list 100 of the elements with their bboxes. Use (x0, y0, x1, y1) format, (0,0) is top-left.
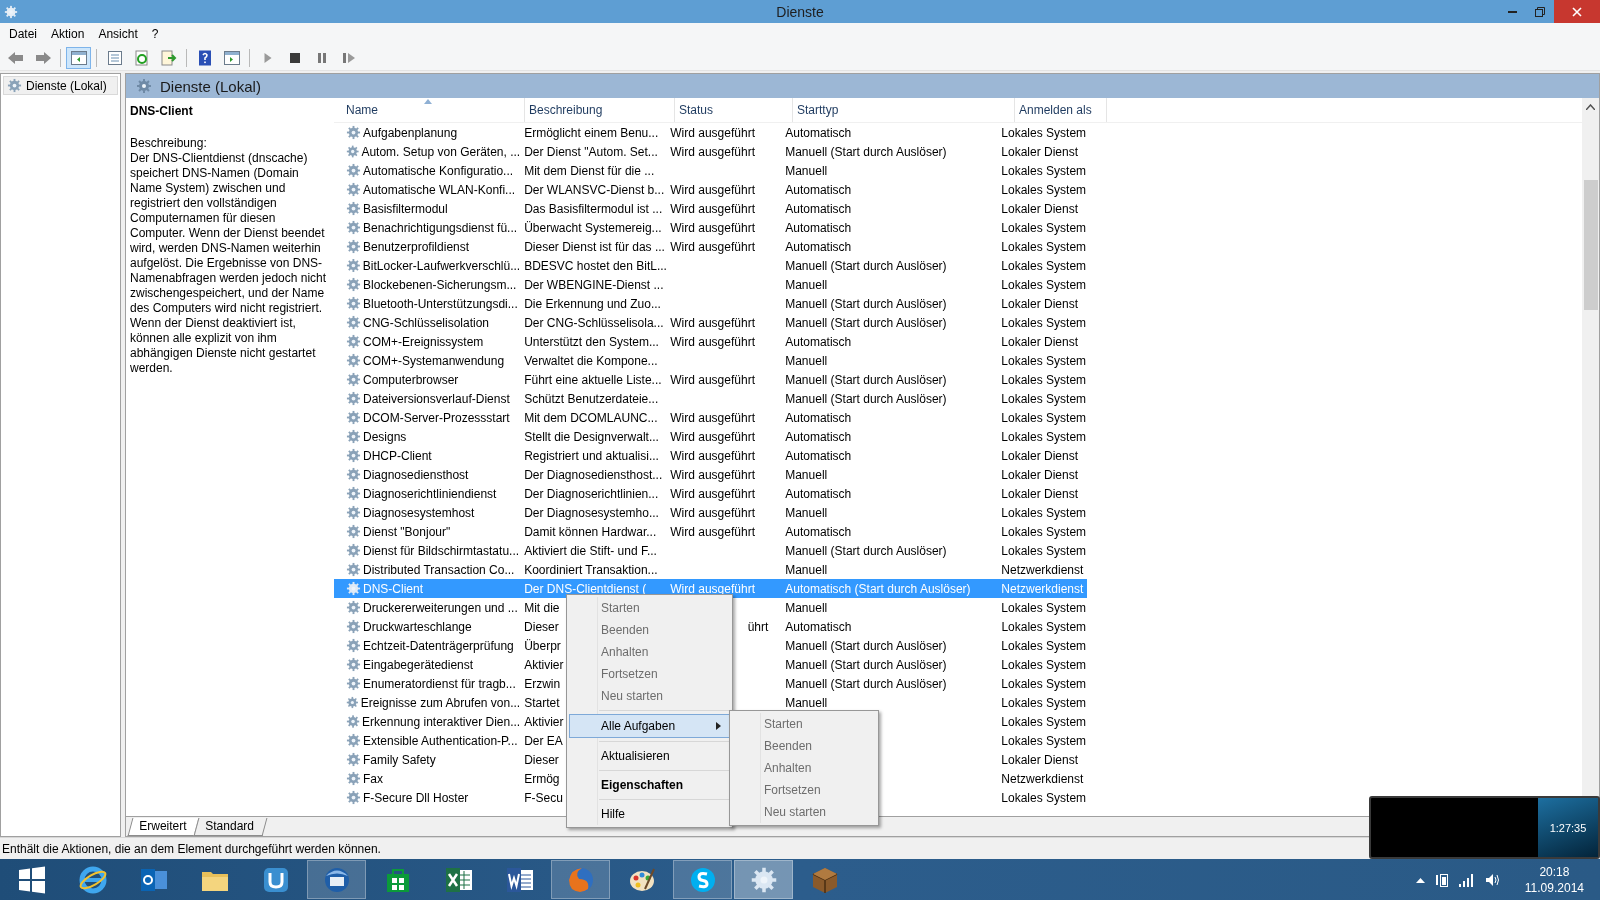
table-cell: Startet (524, 695, 560, 710)
table-cell: Diagnoserichtliniendienst (363, 486, 497, 501)
table-cell: Basisfiltermodul (363, 201, 448, 216)
gear-icon (346, 315, 361, 330)
table-cell: Mit dem Dienst für die ... (524, 163, 655, 178)
window-pane-icon (69, 49, 88, 66)
table-cell: Diagnosediensthost (363, 467, 469, 482)
table-cell: Lokales System (1001, 163, 1087, 178)
table-cell: Der Diagnosesystemho... (524, 505, 659, 520)
gear-icon (346, 258, 361, 273)
table-cell: Enumeratordienst für tragb... (363, 676, 516, 691)
table-cell: Wird ausgeführt (670, 524, 755, 539)
table-cell: DCOM-Server-Prozessstart (363, 410, 510, 425)
table-cell: Ereignisse zum Abrufen von... (360, 695, 521, 710)
table-cell: Manuell (785, 600, 828, 615)
table-cell: Lokales System (1001, 714, 1087, 729)
table-cell: Die Erkennung und Zuo... (524, 296, 661, 311)
table-cell: Dienst "Bonjour" (363, 524, 451, 539)
table-cell: Automatisch (785, 334, 852, 349)
window-title: Dienste (775, 3, 825, 20)
table-cell: Lokales System (1001, 600, 1087, 615)
table-cell: Lokales System (1001, 429, 1087, 444)
clock[interactable]: 20:18 11.09.2014 (1524, 863, 1584, 896)
gear-icon (346, 752, 361, 767)
column-header[interactable]: Status (675, 98, 793, 122)
minimize-icon (1507, 10, 1517, 13)
gear-icon (346, 486, 361, 501)
gear-icon (346, 771, 361, 786)
menu-item[interactable]: Aktualisieren (569, 745, 730, 767)
table-cell: Lokales System (1001, 619, 1087, 634)
elapsed-time: 1:27:35 (1549, 821, 1587, 834)
menu-item[interactable]: Hilfe (569, 803, 730, 825)
tab[interactable]: Erweitert (127, 818, 200, 836)
table-cell: Stellt die Designverwalt... (524, 429, 659, 444)
scroll-thumb[interactable] (1583, 180, 1598, 310)
gear-icon (346, 277, 361, 292)
gear-icon (346, 353, 361, 368)
volume-icon[interactable] (1484, 872, 1501, 887)
gear-icon (346, 733, 361, 748)
menu-item[interactable]: Aktion (46, 27, 94, 41)
table-cell: Wird ausgeführt (670, 182, 755, 197)
table-cell: Wird ausgeführt (670, 486, 755, 501)
table-cell: Wird ausgeführt (670, 220, 755, 235)
table-cell: Der WBENGINE-Dienst ... (524, 277, 664, 292)
menu-item[interactable]: Datei (4, 27, 46, 41)
table-cell: Designs (363, 429, 407, 444)
gear-icon (346, 600, 361, 615)
menu-item[interactable]: Eigenschaften (569, 774, 730, 796)
tab[interactable]: Standard (193, 818, 268, 836)
taskbar-button[interactable] (673, 860, 732, 899)
table-cell: Wird ausgeführt (670, 125, 755, 140)
table-cell: Diagnosesystemhost (363, 505, 475, 520)
gear-icon (346, 391, 361, 406)
battery-icon[interactable] (1434, 871, 1449, 888)
table-cell: Manuell (Start durch Auslöser) (785, 391, 947, 406)
table-cell: Extensible Authentication-P... (363, 733, 518, 748)
service-name: DNS-Client (130, 104, 194, 118)
table-cell: Manuell (785, 353, 828, 368)
taskbar-button[interactable] (307, 860, 366, 899)
menu-item[interactable]: ? (146, 27, 168, 41)
tree-item[interactable]: Dienste (Lokal) (3, 76, 118, 95)
close-button[interactable] (1554, 0, 1600, 23)
table-cell: Erzwin (524, 676, 561, 691)
table-cell: Manuell (785, 505, 828, 520)
table-cell: Automatische Konfiguratio... (363, 163, 514, 178)
gear-icon (346, 144, 360, 159)
column-header[interactable]: Starttyp (793, 98, 1015, 122)
gear-icon (346, 581, 361, 596)
list-window-icon (105, 49, 124, 66)
table-cell: Lokaler Dienst (1001, 752, 1079, 767)
gear-icon (346, 201, 361, 216)
table-cell: Erkennung interaktiver Dien... (362, 714, 521, 729)
column-header[interactable]: Anmelden als (1015, 98, 1107, 122)
gear-icon (346, 562, 361, 577)
window-pane-icon (222, 49, 241, 66)
signal-icon[interactable] (1458, 872, 1475, 887)
scroll-up-icon[interactable] (1586, 104, 1595, 110)
table-cell: Netzwerkdienst (1001, 771, 1084, 786)
menu-item[interactable]: Alle Aufgaben (569, 714, 730, 738)
table-cell: Der Dienst "Autom. Set... (524, 144, 658, 159)
table-cell: Druckwarteschlange (363, 619, 472, 634)
column-header[interactable]: Name (342, 98, 525, 122)
table-cell: Family Safety (363, 752, 436, 767)
table-cell: F-Secure Dll Hoster (363, 790, 469, 805)
table-cell: Manuell (Start durch Auslöser) (785, 657, 947, 672)
export-list-icon (159, 49, 178, 66)
table-cell: Lokales System (1001, 125, 1087, 140)
menu-item[interactable]: Ansicht (93, 27, 147, 41)
table-cell: Automatisch (785, 448, 852, 463)
table-cell: Blockebenen-Sicherungsm... (363, 277, 517, 292)
show-hidden-icons[interactable] (1415, 876, 1425, 883)
column-header[interactable]: Beschreibung (525, 98, 675, 122)
table-cell: Manuell (Start durch Auslöser) (785, 372, 947, 387)
table-cell: Netzwerkdienst (1001, 581, 1084, 596)
gear-icon (346, 372, 361, 387)
close-icon (1572, 6, 1582, 17)
table-cell: Autom. Setup von Geräten, ... (361, 144, 521, 159)
table-cell: Lokales System (1001, 353, 1087, 368)
table-cell: Aktivier (524, 657, 564, 672)
table-cell: Netzwerkdienst (1001, 562, 1084, 577)
